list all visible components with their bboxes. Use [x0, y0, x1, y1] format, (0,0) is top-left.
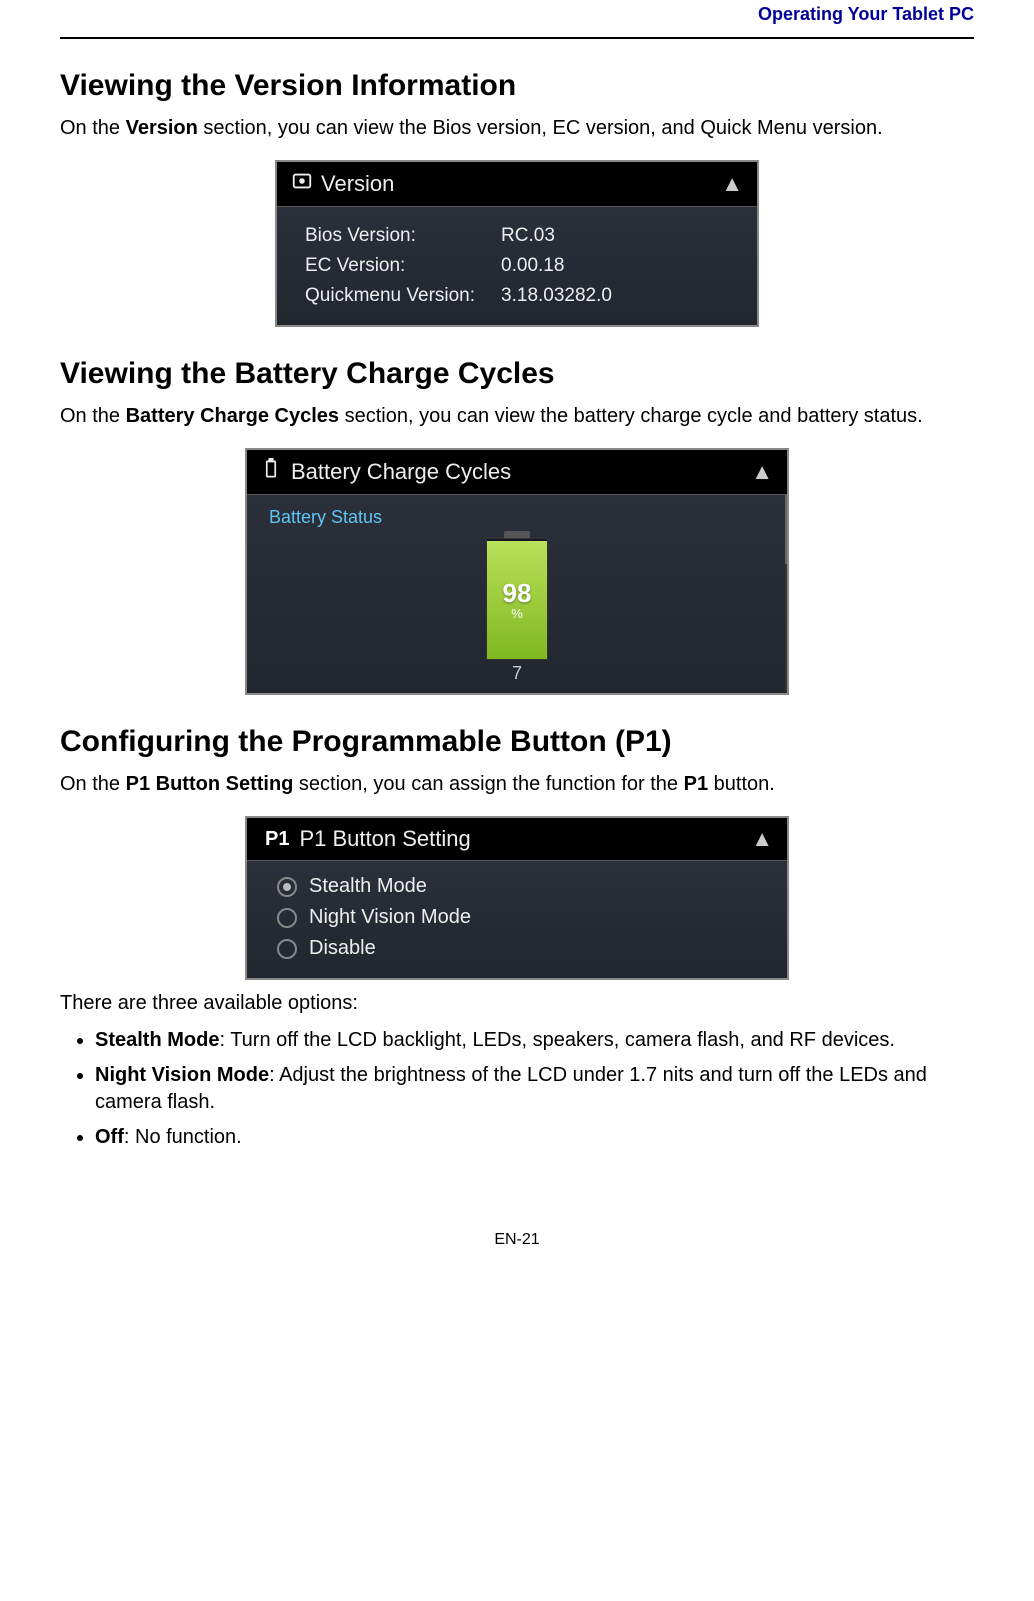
options-list: Stealth Mode: Turn off the LCD backlight…: [60, 1027, 974, 1151]
radio-label: Night Vision Mode: [309, 906, 471, 929]
table-row: EC Version: 0.00.18: [299, 251, 618, 281]
battery-cycle-count: 7: [512, 663, 522, 684]
p1-panel: P1 P1 Button Setting ▲ Stealth Mode Nigh…: [245, 816, 789, 980]
version-panel: Version ▲ Bios Version: RC.03 EC Version…: [275, 160, 759, 327]
scrollbar-thumb[interactable]: [785, 495, 787, 564]
radio-option-disable[interactable]: Disable: [277, 933, 765, 964]
battery-icon: [261, 458, 291, 486]
version-panel-header[interactable]: Version ▲: [277, 162, 757, 207]
radio-option-stealth[interactable]: Stealth Mode: [277, 871, 765, 902]
page-number: EN-21: [60, 1231, 974, 1249]
section2-intro: On the Battery Charge Cycles section, yo…: [60, 403, 974, 430]
chevron-up-icon[interactable]: ▲: [721, 171, 743, 197]
section3-intro: On the P1 Button Setting section, you ca…: [60, 771, 974, 798]
list-item: Off: No function.: [95, 1124, 974, 1151]
table-row: Quickmenu Version: 3.18.03282.0: [299, 281, 618, 311]
radio-label: Disable: [309, 937, 376, 960]
p1-panel-header[interactable]: P1 P1 Button Setting ▲: [247, 818, 787, 861]
list-item: Night Vision Mode: Adjust the brightness…: [95, 1062, 974, 1116]
section1-intro: On the Version section, you can view the…: [60, 115, 974, 142]
version-panel-body: Bios Version: RC.03 EC Version: 0.00.18 …: [277, 207, 757, 325]
p1-options: Stealth Mode Night Vision Mode Disable: [247, 861, 787, 978]
section2-heading: Viewing the Battery Charge Cycles: [60, 357, 974, 391]
header-title: Operating Your Tablet PC: [60, 0, 974, 27]
radio-icon: [277, 908, 297, 928]
p1-badge: P1: [261, 828, 293, 851]
battery-shape: 98 %: [486, 538, 548, 660]
battery-percent: 98: [503, 580, 532, 606]
chevron-up-icon[interactable]: ▲: [751, 826, 773, 852]
p1-panel-title: P1 Button Setting: [299, 826, 751, 852]
header-divider: [60, 37, 974, 39]
table-row: Bios Version: RC.03: [299, 221, 618, 251]
chevron-up-icon[interactable]: ▲: [751, 459, 773, 485]
battery-panel: Battery Charge Cycles ▲ Battery Status 9…: [245, 448, 789, 695]
battery-panel-header[interactable]: Battery Charge Cycles ▲: [247, 450, 787, 495]
radio-option-night-vision[interactable]: Night Vision Mode: [277, 902, 765, 933]
battery-fill: 98 %: [487, 541, 547, 659]
section3-heading: Configuring the Programmable Button (P1): [60, 725, 974, 759]
list-item: Stealth Mode: Turn off the LCD backlight…: [95, 1027, 974, 1054]
scrollbar[interactable]: [785, 495, 787, 693]
battery-panel-body: Battery Status 98 % 7: [247, 495, 787, 693]
section1-heading: Viewing the Version Information: [60, 69, 974, 103]
options-intro: There are three available options:: [60, 990, 974, 1017]
battery-cap: [504, 531, 530, 538]
radio-icon: [277, 877, 297, 897]
battery-panel-title: Battery Charge Cycles: [291, 459, 751, 485]
version-panel-title: Version: [321, 171, 721, 197]
battery-percent-sign: %: [511, 606, 523, 621]
radio-label: Stealth Mode: [309, 875, 427, 898]
radio-icon: [277, 939, 297, 959]
info-icon: [291, 170, 321, 198]
